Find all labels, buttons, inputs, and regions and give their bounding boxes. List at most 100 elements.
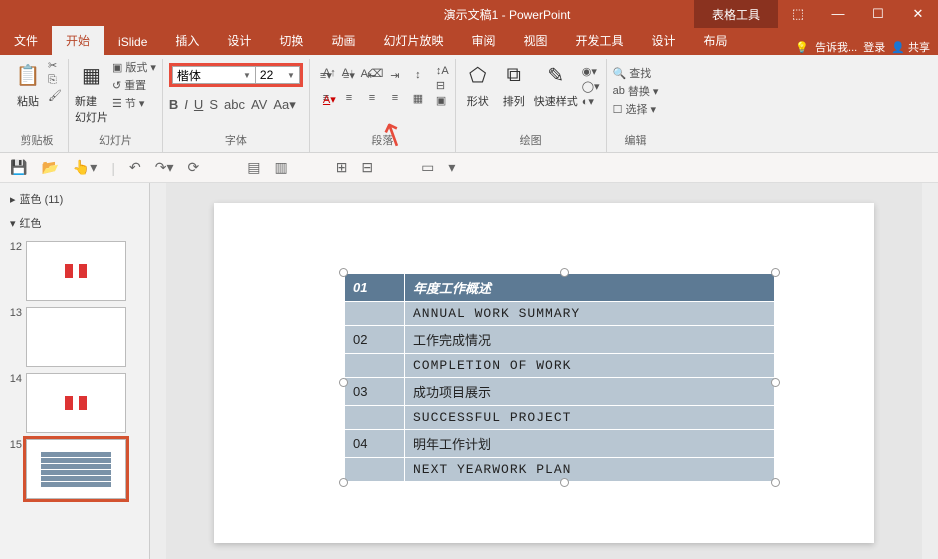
shape-effects-button[interactable]: ◐▾ (582, 95, 600, 108)
smartart-button[interactable]: ▣ (436, 94, 449, 107)
indent-right-button[interactable]: ⇥ (385, 65, 405, 85)
columns-button[interactable]: ▦ (408, 88, 428, 108)
cut-button[interactable]: ✂ (48, 59, 62, 72)
tab-design[interactable]: 设计 (213, 26, 265, 55)
minimize-icon[interactable]: — (818, 6, 858, 22)
close-icon[interactable]: ✕ (898, 6, 938, 22)
resize-handle[interactable] (339, 268, 348, 277)
content-table[interactable]: 01年度工作概述 ANNUAL WORK SUMMARY 02工作完成情况 CO… (344, 273, 775, 482)
section-button[interactable]: ☰ 节 ▾ (112, 95, 156, 111)
shadow-button[interactable]: abc (224, 97, 245, 113)
line-spacing-button[interactable]: ↕ (408, 65, 428, 85)
justify-button[interactable]: ≡ (385, 88, 405, 108)
qat-dropdown-icon[interactable]: ▾ (448, 159, 455, 176)
canvas-scrollbar[interactable] (922, 183, 938, 559)
underline-button[interactable]: U (194, 97, 203, 113)
slide-thumb-14[interactable]: 14 (4, 373, 145, 433)
slide-thumb-13[interactable]: 13 (4, 307, 145, 367)
tab-review[interactable]: 审阅 (457, 26, 509, 55)
selected-table[interactable]: 01年度工作概述 ANNUAL WORK SUMMARY 02工作完成情况 CO… (344, 273, 775, 482)
undo-icon[interactable]: ↶ (129, 159, 141, 176)
tab-table-design[interactable]: 设计 (638, 26, 690, 55)
slide-canvas[interactable]: 01年度工作概述 ANNUAL WORK SUMMARY 02工作完成情况 CO… (166, 183, 922, 559)
resize-handle[interactable] (560, 268, 569, 277)
paste-button[interactable]: 📋 粘贴 (12, 59, 44, 109)
start-slideshow-icon[interactable]: ▤ (247, 159, 260, 176)
open-icon[interactable]: 📂 (41, 159, 58, 176)
shrink-font-button[interactable]: A↓ (342, 67, 355, 80)
align-center-button[interactable]: ≡ (339, 88, 359, 108)
format-painter-button[interactable]: 🖌 (48, 89, 62, 102)
section-blue[interactable]: ▸ 蓝色 (11) (2, 187, 147, 211)
tab-table-layout[interactable]: 布局 (690, 26, 742, 55)
copy-button[interactable]: ⎘ (48, 74, 62, 87)
resize-handle[interactable] (339, 378, 348, 387)
qat-icon[interactable]: ⊞ (336, 159, 348, 176)
redo-icon[interactable]: ↷▾ (155, 159, 174, 176)
login-link[interactable]: 登录 (863, 39, 885, 55)
qat-icon[interactable]: ▥ (274, 159, 287, 176)
font-color-button[interactable]: A▾ (323, 93, 336, 106)
title-bar: 演示文稿1 - PowerPoint 表格工具 ⬚ — ☐ ✕ (0, 0, 938, 28)
paste-icon: 📋 (12, 59, 44, 91)
change-case-button[interactable]: Aa▾ (273, 97, 295, 113)
clear-format-button[interactable]: A⌫ (361, 67, 384, 80)
arrange-button[interactable]: ⧉排列 (498, 59, 530, 109)
resize-handle[interactable] (560, 478, 569, 487)
qat-icon[interactable]: ▭ (421, 159, 434, 176)
lightbulb-icon: 💡 (795, 41, 809, 54)
ribbon-display-icon[interactable]: ⬚ (778, 6, 818, 22)
align-text-button[interactable]: ⊟ (436, 79, 449, 92)
resize-handle[interactable] (339, 478, 348, 487)
slide-thumb-12[interactable]: 12 (4, 241, 145, 301)
shape-fill-button[interactable]: ◉▾ (582, 65, 600, 78)
copy-icon: ⎘ (48, 74, 57, 87)
share-button[interactable]: 👤 共享 (891, 39, 930, 55)
tab-home[interactable]: 开始 (52, 26, 104, 55)
repeat-icon[interactable]: ⟳ (187, 159, 199, 176)
align-right-button[interactable]: ≡ (362, 88, 382, 108)
strikethrough-button[interactable]: S (209, 97, 218, 113)
new-slide-button[interactable]: ▦ 新建 幻灯片 (75, 59, 108, 125)
grow-font-button[interactable]: A↑ (323, 67, 336, 80)
save-icon[interactable]: 💾 (10, 159, 27, 176)
tab-file[interactable]: 文件 (0, 26, 52, 55)
shapes-icon: ⬠ (462, 59, 494, 91)
touch-mode-icon[interactable]: 👆▾ (73, 159, 97, 176)
shape-outline-button[interactable]: ◯▾ (582, 80, 600, 93)
qat-icon[interactable]: ⊟ (361, 159, 373, 176)
tab-islide[interactable]: iSlide (104, 29, 161, 55)
shapes-button[interactable]: ⬠形状 (462, 59, 494, 109)
italic-button[interactable]: I (184, 97, 188, 113)
arrange-icon: ⧉ (498, 59, 530, 91)
tab-slideshow[interactable]: 幻灯片放映 (369, 26, 457, 55)
bold-button[interactable]: B (169, 97, 178, 113)
text-direction-button[interactable]: ↕A (436, 65, 449, 77)
tab-insert[interactable]: 插入 (161, 26, 213, 55)
replace-button[interactable]: ab 替换 ▾ (613, 83, 659, 99)
tab-view[interactable]: 视图 (509, 26, 561, 55)
tab-animations[interactable]: 动画 (317, 26, 369, 55)
quick-styles-button[interactable]: ✎快速样式 (534, 59, 578, 109)
scissors-icon: ✂ (48, 59, 57, 72)
font-size-input[interactable]: 22▼ (256, 66, 300, 84)
char-spacing-button[interactable]: AV (251, 97, 267, 113)
slide-nav-pane[interactable]: ▸ 蓝色 (11) ▾ 红色 12 13 14 15 (0, 183, 150, 559)
slide-thumb-15[interactable]: 15 (4, 439, 145, 499)
font-name-input[interactable]: 楷体▼ (172, 66, 256, 84)
section-red[interactable]: ▾ 红色 (2, 211, 147, 235)
maximize-icon[interactable]: ☐ (858, 6, 898, 22)
resize-handle[interactable] (771, 268, 780, 277)
tell-me[interactable]: 告诉我... (815, 39, 857, 55)
select-button[interactable]: ☐ 选择 ▾ (613, 101, 659, 117)
tab-transitions[interactable]: 切换 (265, 26, 317, 55)
nav-scrollbar[interactable] (150, 183, 166, 559)
reset-button[interactable]: ↺ 重置 (112, 77, 156, 93)
font-selector-highlight: 楷体▼ 22▼ (169, 63, 303, 87)
resize-handle[interactable] (771, 478, 780, 487)
resize-handle[interactable] (771, 378, 780, 387)
new-slide-icon: ▦ (75, 59, 107, 91)
tab-developer[interactable]: 开发工具 (562, 26, 638, 55)
layout-button[interactable]: ▣ 版式 ▾ (112, 59, 156, 75)
find-button[interactable]: 🔍 查找 (613, 65, 659, 81)
